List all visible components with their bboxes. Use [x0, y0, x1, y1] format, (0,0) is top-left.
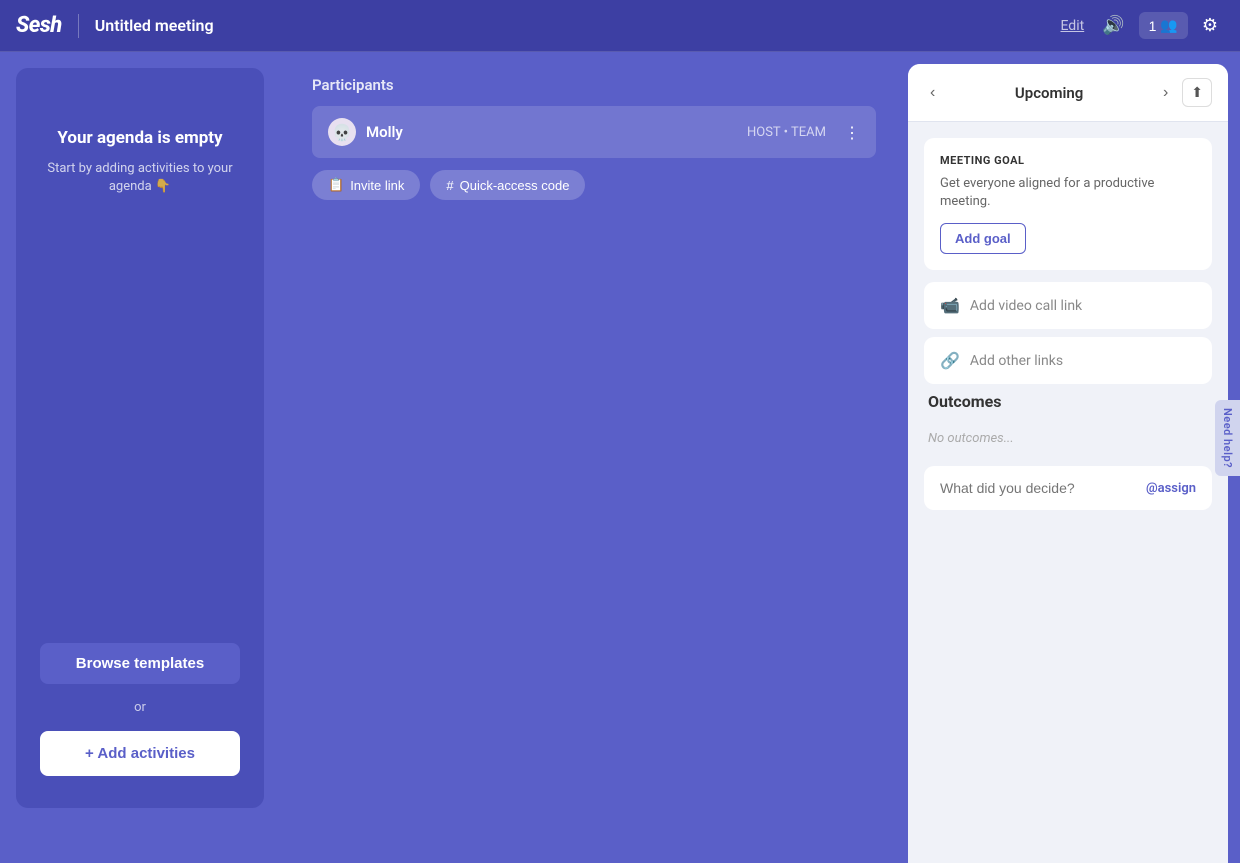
avatar: 💀	[328, 118, 356, 146]
participant-name: Molly	[366, 123, 737, 141]
outcome-input[interactable]	[940, 480, 1138, 496]
add-other-links-item[interactable]: 🔗 Add other links	[924, 337, 1212, 384]
invite-link-button[interactable]: 📋 Invite link	[312, 170, 420, 200]
agenda-empty-title: Your agenda is empty	[57, 128, 222, 148]
or-label: or	[134, 700, 146, 715]
header: Sesh Untitled meeting Edit 🔊 1 👥 ⚙	[0, 0, 1240, 52]
meeting-goal-title: MEETING GOAL	[940, 154, 1196, 167]
link-buttons: 📋 Invite link # Quick-access code	[312, 170, 876, 200]
avatar-emoji: 💀	[332, 123, 352, 142]
sound-button[interactable]: 🔊	[1096, 9, 1130, 42]
right-panel-header: ‹ Upcoming › ⬆	[908, 64, 1228, 122]
meeting-goal-card: MEETING GOAL Get everyone aligned for a …	[924, 138, 1212, 270]
nav-prev-button[interactable]: ‹	[924, 80, 941, 106]
header-actions: 🔊 1 👥 ⚙	[1096, 9, 1224, 42]
upcoming-label: Upcoming	[949, 84, 1149, 102]
settings-icon: ⚙	[1202, 15, 1218, 36]
add-other-links-label: Add other links	[970, 353, 1063, 369]
agenda-empty-card: Your agenda is empty Start by adding act…	[16, 68, 264, 808]
edit-button[interactable]: Edit	[1060, 18, 1084, 34]
quick-access-label: Quick-access code	[460, 178, 570, 193]
share-icon: ⬆	[1191, 84, 1203, 100]
left-panel: Your agenda is empty Start by adding act…	[0, 52, 280, 863]
no-outcomes-label: No outcomes...	[924, 423, 1212, 454]
outcome-input-row: @assign	[924, 466, 1212, 510]
add-video-call-item[interactable]: 📹 Add video call link	[924, 282, 1212, 329]
right-panel-content: MEETING GOAL Get everyone aligned for a …	[908, 122, 1228, 863]
video-icon: 📹	[940, 296, 960, 315]
meeting-title: Untitled meeting	[95, 16, 1049, 35]
participant-more-button[interactable]: ⋮	[844, 123, 860, 142]
nav-next-button[interactable]: ›	[1157, 80, 1174, 106]
link-icon: 🔗	[940, 351, 960, 370]
app-logo: Sesh	[16, 13, 62, 38]
hash-icon: #	[446, 178, 453, 193]
outcomes-title: Outcomes	[924, 392, 1212, 411]
settings-button[interactable]: ⚙	[1196, 9, 1224, 42]
meeting-goal-desc: Get everyone aligned for a productive me…	[940, 175, 1196, 211]
participant-row: 💀 Molly HOST • TEAM ⋮	[312, 106, 876, 158]
outcomes-section: Outcomes No outcomes... @assign	[924, 392, 1212, 510]
participants-label: Participants	[312, 76, 876, 94]
add-activities-button[interactable]: + Add activities	[40, 731, 240, 776]
quick-access-button[interactable]: # Quick-access code	[430, 170, 585, 200]
add-goal-button[interactable]: Add goal	[940, 223, 1026, 254]
share-button[interactable]: ⬆	[1182, 78, 1212, 107]
participant-role: HOST • TEAM	[747, 125, 826, 140]
people-icon: 👥	[1160, 17, 1177, 34]
main-content: Your agenda is empty Start by adding act…	[0, 52, 1240, 863]
invite-link-label: Invite link	[350, 178, 404, 193]
need-help-tab[interactable]: Need help?	[1215, 400, 1240, 476]
participants-button[interactable]: 1 👥	[1139, 12, 1188, 39]
clipboard-icon: 📋	[328, 177, 344, 193]
participants-count: 1	[1149, 18, 1157, 34]
center-panel: Participants 💀 Molly HOST • TEAM ⋮ 📋 Inv…	[280, 52, 908, 863]
sound-icon: 🔊	[1102, 15, 1124, 36]
agenda-empty-subtitle: Start by adding activities to your agend…	[40, 160, 240, 196]
right-panel: ‹ Upcoming › ⬆ MEETING GOAL Get everyone…	[908, 64, 1228, 863]
browse-templates-button[interactable]: Browse templates	[40, 643, 240, 684]
header-divider	[78, 14, 79, 38]
assign-tag[interactable]: @assign	[1146, 481, 1196, 496]
add-video-call-label: Add video call link	[970, 298, 1082, 314]
